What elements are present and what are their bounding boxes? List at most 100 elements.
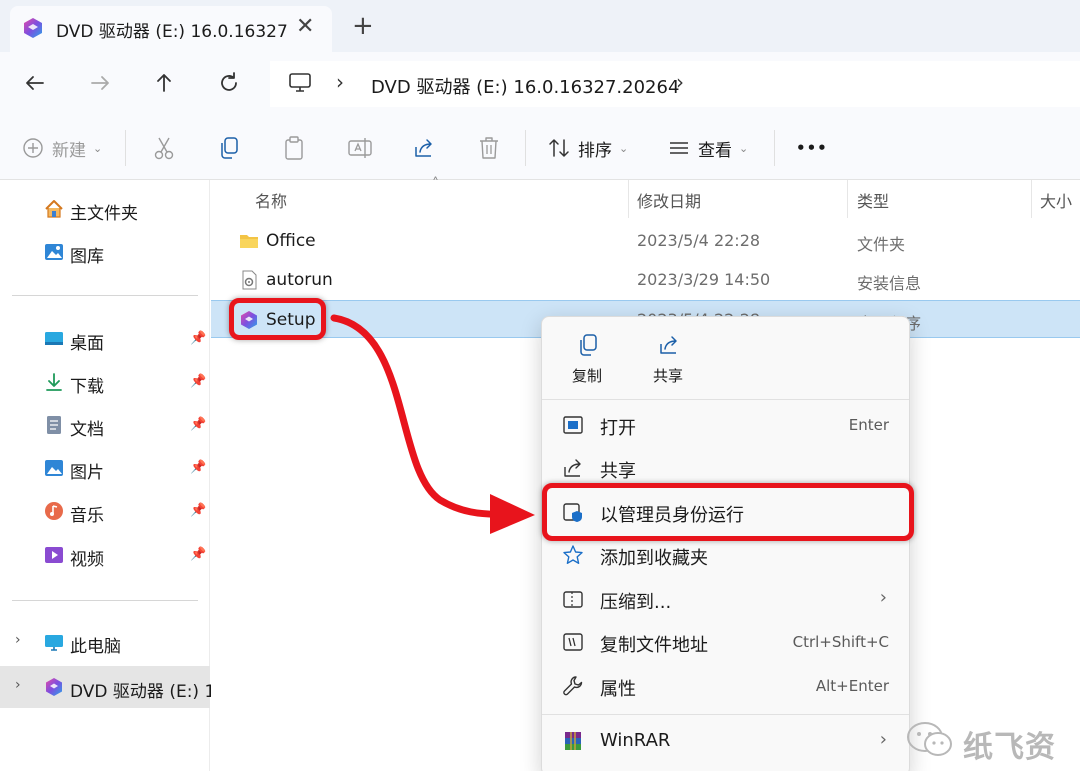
sidebar-item-downloads[interactable]: 下载 📌 [0,363,210,401]
zip-folder-icon [563,591,583,608]
chevron-right-icon[interactable]: › [15,677,21,693]
file-name: autorun [266,270,333,290]
sort-ascending-icon: ˄ [432,176,439,192]
chevron-right-icon: › [879,729,887,750]
file-row-office[interactable]: Office 2023/5/4 22:28 文件夹 [211,222,1080,260]
menu-divider [542,714,909,715]
share-icon[interactable] [412,135,436,161]
menu-item-compress-to[interactable]: 压缩到... › [542,579,909,619]
menu-item-label: 添加到收藏夹 [600,548,708,569]
share-icon [660,336,677,354]
column-header-size[interactable]: 大小 [1040,188,1072,212]
sidebar-item-label: 下载 [70,377,104,397]
share-icon [564,459,581,477]
sidebar-item-label: 桌面 [70,334,104,354]
sidebar-item-music[interactable]: 音乐 📌 [0,492,210,530]
column-header-type[interactable]: 类型 [857,188,889,212]
chevron-down-icon: ⌄ [739,141,749,155]
pin-icon[interactable]: 📌 [190,331,206,346]
sidebar-divider [12,600,198,601]
quick-action-copy[interactable]: 复制 [557,333,617,385]
menu-item-properties[interactable]: 属性 Alt+Enter [542,666,909,706]
music-icon [45,502,63,520]
column-divider[interactable] [847,180,848,218]
wechat-logo-icon [907,722,952,756]
copy-path-icon [563,633,583,651]
pictures-icon [45,460,63,476]
copy-icon[interactable] [217,135,241,161]
sidebar-item-videos[interactable]: 视频 📌 [0,536,210,574]
menu-item-share[interactable]: 共享 [542,448,909,488]
pin-icon[interactable]: 📌 [190,374,206,389]
column-header-name[interactable]: 名称 [255,188,287,212]
sidebar-item-gallery[interactable]: 图库 [0,233,210,271]
arrow-left-icon[interactable] [20,68,50,98]
sidebar-item-label: 视频 [70,550,104,570]
plus-circle-icon [23,138,43,158]
command-bar: 新建 ⌄ 排序 ⌄ 查看 ⌄ ••• [0,115,1080,180]
menu-item-copy-as-path[interactable]: 复制文件地址 Ctrl+Shift+C [542,622,909,662]
pin-icon[interactable]: 📌 [190,503,206,518]
download-icon [46,373,62,391]
desktop-icon [45,332,63,345]
navigation-bar: › DVD 驱动器 (E:) 16.0.16327.20264 › [0,52,1080,115]
sidebar-item-pictures[interactable]: 图片 📌 [0,449,210,487]
view-list-icon [670,142,688,154]
arrow-up-icon[interactable] [149,68,179,98]
quick-action-label: 共享 [652,367,683,385]
sidebar-item-home[interactable]: 主文件夹 [0,190,210,228]
watermark: 纸飞资 [905,718,1075,765]
cut-icon[interactable] [152,135,176,161]
sidebar-item-desktop[interactable]: 桌面 📌 [0,320,210,358]
tab-dvd-drive[interactable]: DVD 驱动器 (E:) 16.0.16327.20264 ✕ [10,6,332,52]
sidebar-item-label: 主文件夹 [70,204,138,224]
chevron-down-icon: ⌄ [619,141,629,155]
sort-icon [549,139,569,157]
setup-info-icon [242,270,257,290]
star-icon [563,545,583,564]
sidebar-item-this-pc[interactable]: › 此电脑 [0,623,210,661]
menu-item-winrar[interactable]: WinRAR › [542,721,909,761]
menu-item-add-to-favorites[interactable]: 添加到收藏夹 [542,535,909,575]
file-row-autorun[interactable]: autorun 2023/3/29 14:50 安装信息 [211,261,1080,299]
view-button[interactable]: 查看 ⌄ [668,135,748,161]
menu-item-label: 压缩到... [600,592,672,613]
column-header-modified[interactable]: 修改日期 [637,188,701,212]
toolbar-divider [774,130,775,166]
computer-icon [45,635,63,651]
breadcrumb-chevron-icon[interactable]: › [676,70,684,94]
sidebar-item-label: DVD 驱动器 (E:) 16 [70,682,227,702]
folder-icon [240,235,258,248]
breadcrumb-current[interactable]: DVD 驱动器 (E:) 16.0.16327.20264 [371,73,679,99]
delete-icon[interactable] [477,135,501,161]
sidebar-item-label: 此电脑 [70,637,121,657]
home-icon [45,200,63,218]
sort-button[interactable]: 排序 ⌄ [548,135,628,161]
breadcrumb-separator-icon[interactable]: › [336,70,344,94]
arrow-right-icon[interactable] [85,68,115,98]
new-tab-button[interactable]: + [352,12,374,40]
column-divider[interactable] [628,180,629,218]
chevron-right-icon[interactable]: › [15,632,21,648]
rename-icon[interactable] [347,135,373,161]
sidebar-item-dvd-drive[interactable]: › DVD 驱动器 (E:) 16 [0,666,226,708]
address-bar[interactable]: › DVD 驱动器 (E:) 16.0.16327.20264 › [270,61,1080,107]
new-button[interactable]: 新建 ⌄ [22,135,102,161]
navigation-pane: 主文件夹 图库 桌面 📌 下载 📌 文档 📌 图片 📌 音乐 📌 视频 📌 › … [0,180,226,771]
refresh-icon[interactable] [214,68,244,98]
pin-icon[interactable]: 📌 [190,417,206,432]
shortcut-text: Ctrl+Shift+C [792,633,889,651]
pin-icon[interactable]: 📌 [190,547,206,562]
office-logo-icon [24,18,42,38]
more-options-button[interactable]: ••• [796,135,828,161]
menu-item-open[interactable]: 打开 Enter [542,405,909,445]
winrar-icon [565,732,581,750]
highlight-setup-box [229,298,326,340]
menu-item-label: 属性 [600,679,636,700]
column-divider[interactable] [1031,180,1032,218]
close-tab-icon[interactable]: ✕ [296,15,314,39]
paste-icon[interactable] [282,135,306,161]
sidebar-item-documents[interactable]: 文档 📌 [0,406,210,444]
pin-icon[interactable]: 📌 [190,460,206,475]
quick-action-share[interactable]: 共享 [638,333,698,385]
